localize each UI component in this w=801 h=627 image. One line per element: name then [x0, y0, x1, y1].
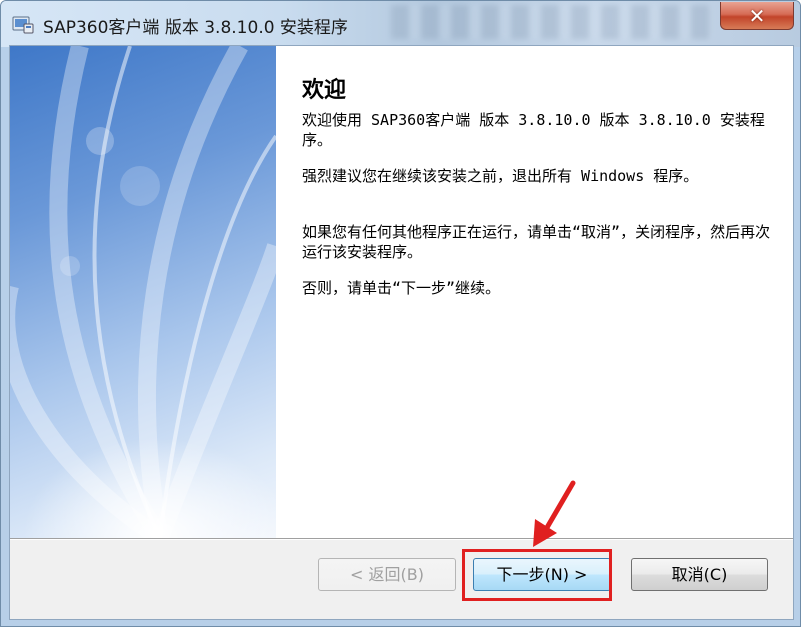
window-title: SAP360客户端 版本 3.8.10.0 安装程序 [43, 18, 348, 38]
title-bar[interactable]: SAP360客户端 版本 3.8.10.0 安装程序 ✕ [1, 1, 800, 47]
page-title: 欢迎 [302, 78, 347, 103]
next-button-highlight-box [462, 549, 612, 601]
welcome-content: 欢迎 欢迎使用 SAP360客户端 版本 3.8.10.0 版本 3.8.10.… [276, 46, 793, 538]
cancel-button[interactable]: 取消(C) [631, 558, 768, 591]
continue-instruction-paragraph: 否则，请单击“下一步”继续。 [302, 279, 501, 297]
close-button[interactable]: ✕ [720, 2, 794, 30]
cancel-instruction-paragraph: 如果您有任何其他程序正在运行，请单击“取消”，关闭程序，然后再次运行该安装程序。 [302, 223, 771, 261]
client-area: 欢迎 欢迎使用 SAP360客户端 版本 3.8.10.0 版本 3.8.10.… [9, 45, 794, 620]
pointer-arrow-icon [533, 480, 576, 547]
exit-programs-paragraph: 强烈建议您在继续该安装之前，退出所有 Windows 程序。 [302, 167, 699, 185]
blurred-background [391, 5, 711, 39]
installer-window: SAP360客户端 版本 3.8.10.0 安装程序 ✕ 欢迎 欢迎使用 SAP… [0, 0, 801, 627]
button-divider [10, 538, 793, 540]
intro-paragraph: 欢迎使用 SAP360客户端 版本 3.8.10.0 版本 3.8.10.0 安… [302, 111, 765, 149]
installer-icon [12, 16, 34, 34]
banner-graphic [10, 46, 276, 538]
wizard-side-banner [10, 46, 276, 538]
close-icon: ✕ [748, 4, 766, 28]
back-button[interactable]: < 返回(B) [318, 558, 456, 591]
